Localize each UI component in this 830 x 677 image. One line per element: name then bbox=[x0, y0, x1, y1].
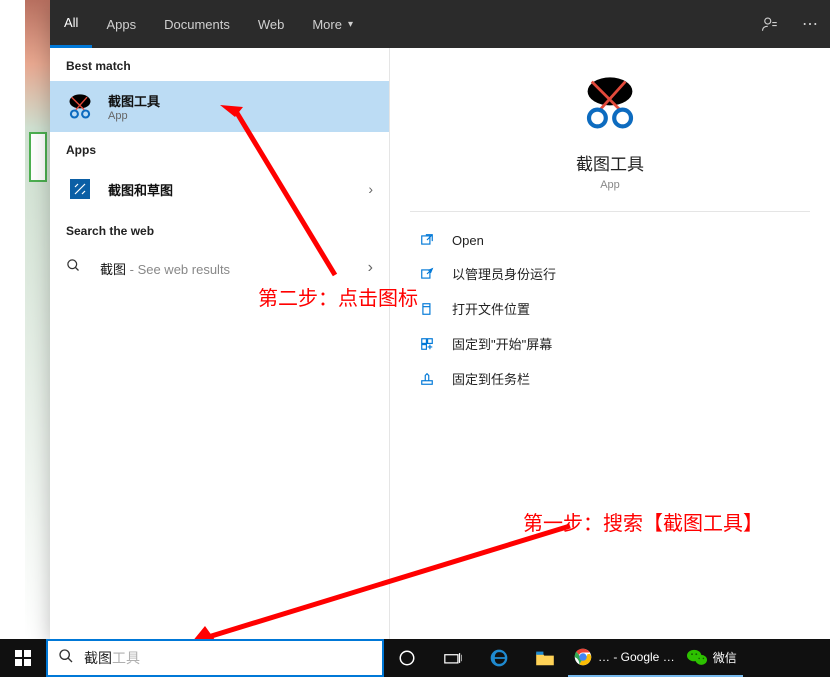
tab-apps[interactable]: Apps bbox=[92, 0, 150, 48]
search-tabs: All Apps Documents Web More ▾ ⋯ bbox=[50, 0, 830, 48]
taskbar-search-box[interactable]: 截图工具 bbox=[46, 639, 384, 677]
tab-all[interactable]: All bbox=[50, 0, 92, 48]
cortana-button[interactable] bbox=[384, 639, 430, 677]
search-icon bbox=[48, 648, 84, 669]
web-search-suffix: - See web results bbox=[126, 262, 230, 277]
action-run-admin[interactable]: 以管理员身份运行 bbox=[410, 256, 810, 291]
tab-more[interactable]: More ▾ bbox=[298, 0, 367, 48]
preview-app-name: 截图工具 bbox=[576, 150, 644, 175]
taskbar-wechat[interactable]: 微信 bbox=[681, 639, 743, 677]
result-web-search[interactable]: 截图 - See web results › bbox=[50, 246, 389, 290]
taskbar-chrome[interactable]: … - Google … bbox=[568, 639, 681, 677]
snip-sketch-icon bbox=[66, 175, 94, 203]
search-suggestion-tail: 工具 bbox=[112, 650, 140, 666]
result-kind: App bbox=[108, 110, 373, 122]
result-best-match[interactable]: 截图工具 App bbox=[50, 81, 389, 132]
web-search-term: 截图 bbox=[100, 262, 126, 277]
taskbar-wechat-title: 微信 bbox=[713, 649, 737, 666]
task-view-button[interactable] bbox=[430, 639, 476, 677]
pin-taskbar-icon bbox=[416, 371, 438, 387]
results-list: Best match 截图工具 App Apps bbox=[50, 48, 390, 640]
section-search-web: Search the web bbox=[50, 213, 389, 246]
action-pin-taskbar[interactable]: 固定到任务栏 bbox=[410, 361, 810, 396]
more-options-icon[interactable]: ⋯ bbox=[790, 0, 830, 48]
desktop-window-thumbnail bbox=[29, 132, 47, 182]
search-panel: All Apps Documents Web More ▾ ⋯ Best mat… bbox=[50, 0, 830, 640]
action-label: Open bbox=[452, 233, 484, 248]
action-label: 固定到"开始"屏幕 bbox=[452, 334, 552, 353]
open-icon bbox=[416, 232, 438, 248]
folder-icon bbox=[416, 301, 438, 317]
tab-web[interactable]: Web bbox=[244, 0, 299, 48]
action-label: 固定到任务栏 bbox=[452, 369, 530, 388]
snipping-tool-icon bbox=[582, 76, 638, 132]
chevron-right-icon: › bbox=[368, 259, 373, 277]
tab-more-label: More bbox=[312, 17, 342, 32]
result-app-snip-sketch[interactable]: 截图和草图 › bbox=[50, 165, 389, 213]
snipping-tool-icon bbox=[66, 93, 94, 121]
chevron-down-icon: ▾ bbox=[348, 19, 353, 30]
tab-documents[interactable]: Documents bbox=[150, 0, 244, 48]
search-typed-text: 截图 bbox=[84, 650, 112, 666]
chevron-right-icon: › bbox=[368, 181, 373, 197]
action-open[interactable]: Open bbox=[410, 224, 810, 256]
search-icon bbox=[66, 258, 86, 278]
taskbar-file-explorer[interactable] bbox=[522, 639, 568, 677]
taskbar-chrome-title: … - Google … bbox=[598, 650, 675, 664]
preview-actions: Open 以管理员身份运行 打开文件位置 bbox=[390, 212, 830, 408]
shield-icon bbox=[416, 266, 438, 282]
start-button[interactable] bbox=[0, 639, 46, 677]
action-label: 打开文件位置 bbox=[452, 299, 530, 318]
action-open-location[interactable]: 打开文件位置 bbox=[410, 291, 810, 326]
section-best-match: Best match bbox=[50, 48, 389, 81]
pin-start-icon bbox=[416, 336, 438, 352]
action-pin-start[interactable]: 固定到"开始"屏幕 bbox=[410, 326, 810, 361]
desktop-background-sliver bbox=[25, 0, 50, 640]
taskbar-edge[interactable] bbox=[476, 639, 522, 677]
action-label: 以管理员身份运行 bbox=[452, 264, 556, 283]
result-title: 截图工具 bbox=[108, 91, 373, 110]
preview-pane: 截图工具 App Open 以管理员身份运行 bbox=[390, 48, 830, 640]
taskbar: 截图工具 … - Google … 微信 bbox=[0, 639, 830, 677]
result-title: 截图和草图 bbox=[108, 180, 368, 199]
preview-app-kind: App bbox=[600, 179, 620, 191]
feedback-icon[interactable] bbox=[750, 0, 790, 48]
section-apps: Apps bbox=[50, 132, 389, 165]
